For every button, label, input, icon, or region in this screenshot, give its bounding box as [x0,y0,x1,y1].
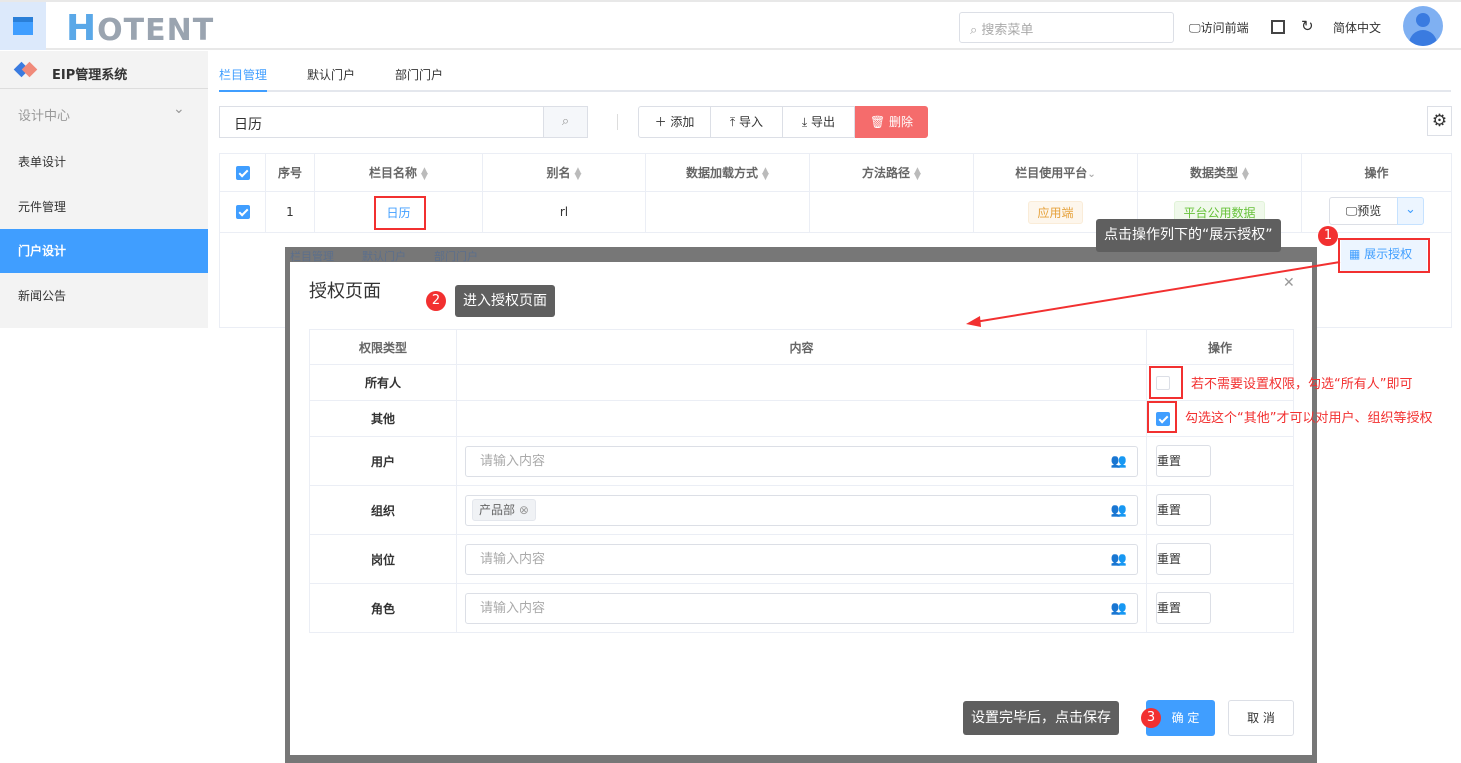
annotation-arrow [966,261,1341,327]
